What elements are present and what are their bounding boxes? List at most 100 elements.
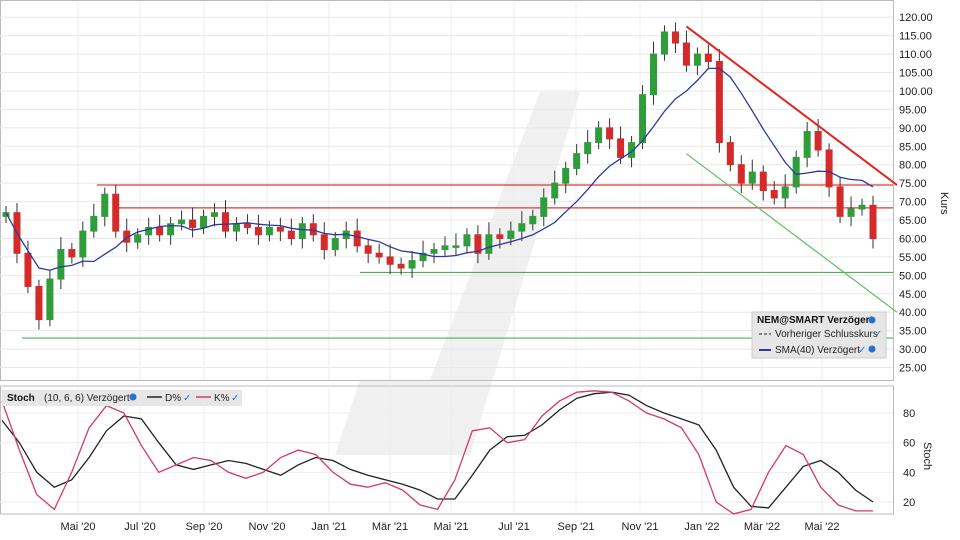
- candle-body: [584, 142, 592, 155]
- candle-body: [704, 53, 712, 62]
- candle-body: [57, 249, 65, 280]
- candle-body: [211, 212, 219, 217]
- price-tick-label: 95.00: [899, 104, 927, 116]
- price-tick-label: 55.00: [899, 252, 927, 264]
- candle-body: [682, 42, 690, 66]
- candle-body: [737, 164, 745, 184]
- candle-body: [200, 215, 208, 228]
- time-tick-label: Jul '21: [498, 521, 529, 533]
- candle-body: [671, 31, 679, 44]
- candle-body: [441, 245, 449, 251]
- price-axis-ticks: 120.00 115.00 110.00 105.00 100.00 95.00 90.00…: [899, 12, 933, 374]
- d-check-icon[interactable]: ✓: [183, 393, 191, 404]
- stock-chart: 120.00 115.00 110.00 105.00 100.00 95.00 90.00…: [0, 0, 950, 533]
- time-tick-label: Sep '21: [558, 521, 595, 533]
- candle-body: [715, 60, 723, 144]
- time-tick-label: Nov '21: [622, 521, 659, 533]
- candle-body: [617, 138, 625, 158]
- stoch-legend-title: Stoch: [7, 393, 35, 404]
- candle-body: [232, 223, 240, 232]
- candle-body: [46, 278, 54, 321]
- time-tick-label: Jul '20: [124, 521, 155, 533]
- sma-check-icon[interactable]: ✓: [858, 345, 866, 356]
- settings-icon[interactable]: [868, 316, 876, 324]
- candle-body: [551, 182, 559, 199]
- stoch-tick-label: 80: [903, 408, 915, 420]
- price-tick-label: 115.00: [899, 31, 932, 43]
- candle-body: [693, 53, 701, 66]
- candle-body: [24, 252, 32, 287]
- candle-body: [90, 215, 98, 232]
- candle-body: [79, 230, 87, 258]
- candle-body: [178, 219, 186, 225]
- time-tick-label: Sep '20: [186, 521, 223, 533]
- candle-body: [309, 223, 317, 236]
- price-tick-label: 90.00: [899, 123, 927, 135]
- candle-body: [847, 208, 855, 217]
- candle-body: [298, 223, 306, 239]
- candle-body: [639, 94, 647, 144]
- candle-body: [540, 197, 548, 217]
- time-axis-ticks: Mai '20 Jul '20 Sep '20 Nov '20 Jan '21 Mär '…: [60, 521, 839, 533]
- candle-body: [364, 245, 372, 254]
- candle-body: [408, 260, 416, 269]
- candle-body: [463, 234, 471, 247]
- time-tick-label: Mai '22: [804, 521, 839, 533]
- candle-body: [320, 234, 328, 251]
- price-tick-label: 85.00: [899, 141, 927, 153]
- candle-body: [496, 234, 504, 239]
- stoch-tick-label: 20: [903, 497, 915, 509]
- stoch-legend[interactable]: Stoch (10, 6, 6) Verzögert D% ✓ K% ✓: [2, 390, 242, 406]
- candle-body: [243, 223, 251, 228]
- k-check-icon[interactable]: ✓: [231, 393, 239, 404]
- candle-body: [35, 285, 43, 321]
- legend-item-k: K%: [214, 393, 230, 404]
- stoch-settings-icon[interactable]: [129, 393, 137, 401]
- candle-body: [562, 167, 570, 184]
- price-tick-label: 60.00: [899, 233, 927, 245]
- stoch-tick-label: 40: [903, 467, 915, 479]
- price-tick-label: 25.00: [899, 363, 927, 375]
- stoch-axis-label: Stoch: [921, 442, 933, 470]
- time-tick-label: Nov '20: [249, 521, 286, 533]
- candle-body: [353, 230, 361, 247]
- price-legend[interactable]: NEM@SMART Verzögert Vorheriger Schlussku…: [751, 311, 887, 359]
- price-tick-label: 50.00: [899, 270, 927, 282]
- candle-body: [430, 249, 438, 254]
- price-tick-label: 30.00: [899, 344, 927, 356]
- time-tick-label: Mai '21: [433, 521, 468, 533]
- candle-body: [112, 193, 120, 232]
- legend-item-prev-close: Vorheriger Schlusskurs: [775, 329, 878, 340]
- candle-body: [134, 234, 142, 243]
- time-tick-label: Jan '22: [684, 521, 719, 533]
- legend-title: NEM@SMART Verzögert: [757, 315, 874, 326]
- candle-body: [68, 249, 76, 258]
- candle-body: [836, 186, 844, 217]
- price-tick-label: 80.00: [899, 160, 927, 172]
- candle-body: [485, 234, 493, 254]
- candle-body: [529, 215, 537, 225]
- price-tick-label: 70.00: [899, 197, 927, 209]
- candle-body: [660, 31, 668, 55]
- prev-close-check-icon[interactable]: ✓: [874, 329, 882, 340]
- candle-body: [770, 190, 778, 199]
- candle-body: [726, 142, 734, 166]
- candle-body: [507, 230, 515, 239]
- candle-body: [287, 230, 295, 239]
- candle-body: [375, 252, 383, 258]
- candle-body: [759, 171, 767, 192]
- price-tick-label: 120.00: [899, 12, 933, 24]
- candle-body: [573, 153, 581, 169]
- candle-body: [748, 171, 756, 184]
- candle-body: [452, 245, 460, 248]
- time-tick-label: Mai '20: [60, 521, 95, 533]
- candle-body: [221, 212, 229, 232]
- price-tick-label: 65.00: [899, 215, 927, 227]
- candle-body: [858, 204, 866, 210]
- price-axis-label: Kurs: [938, 192, 950, 215]
- sma-settings-icon[interactable]: [868, 345, 876, 353]
- price-tick-label: 100.00: [899, 86, 933, 98]
- price-tick-label: 105.00: [899, 68, 933, 80]
- candle-body: [650, 53, 658, 96]
- support-trendline: [686, 153, 898, 313]
